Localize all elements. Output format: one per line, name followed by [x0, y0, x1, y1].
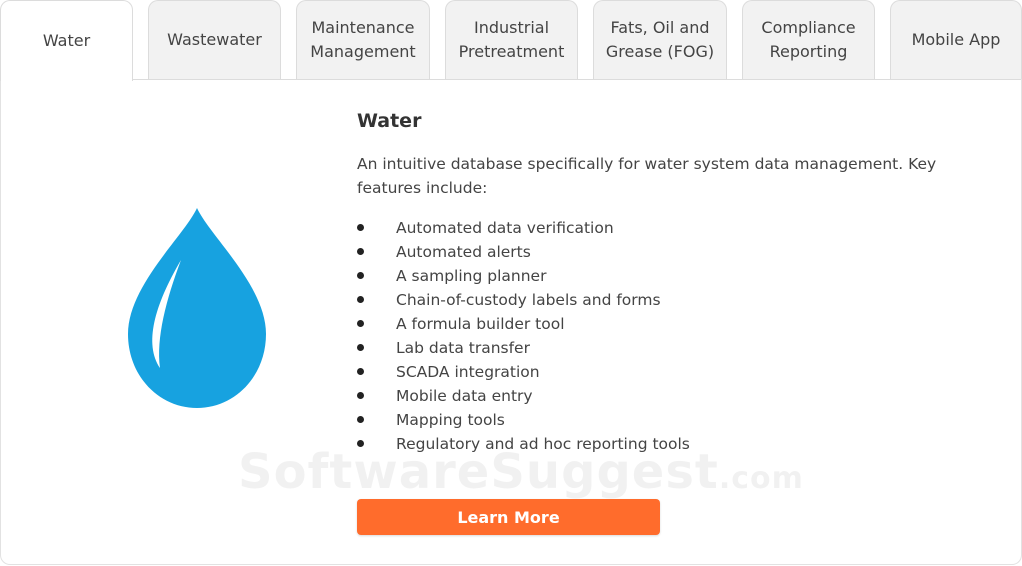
feature-item: Chain-of-custody labels and forms [357, 288, 690, 312]
bullet-icon [357, 248, 364, 255]
bullet-icon [357, 392, 364, 399]
tab-water[interactable]: Water [0, 0, 133, 81]
bullet-icon [357, 224, 364, 231]
bullet-icon [357, 368, 364, 375]
feature-list: Automated data verification Automated al… [357, 216, 690, 456]
feature-item: Automated alerts [357, 240, 690, 264]
tab-compliance-reporting[interactable]: Compliance Reporting [742, 0, 875, 79]
feature-text: Automated alerts [396, 243, 531, 261]
feature-item: Mapping tools [357, 408, 690, 432]
tab-maintenance-management[interactable]: Maintenance Management [296, 0, 430, 79]
feature-text: Mobile data entry [396, 387, 533, 405]
water-drop-icon [128, 208, 266, 408]
feature-text: A sampling planner [396, 267, 547, 285]
tab-fats-oil-grease[interactable]: Fats, Oil and Grease (FOG) [593, 0, 727, 79]
panel-title: Water [357, 110, 422, 132]
feature-text: Mapping tools [396, 411, 505, 429]
feature-text: SCADA integration [396, 363, 540, 381]
feature-text: Chain-of-custody labels and forms [396, 291, 661, 309]
feature-text: Automated data verification [396, 219, 614, 237]
bullet-icon [357, 296, 364, 303]
feature-item: Lab data transfer [357, 336, 690, 360]
feature-text: Lab data transfer [396, 339, 530, 357]
bullet-icon [357, 272, 364, 279]
tab-wastewater[interactable]: Wastewater [148, 0, 281, 79]
tab-mobile-app[interactable]: Mobile App [890, 0, 1022, 79]
bullet-icon [357, 416, 364, 423]
tab-industrial-pretreatment[interactable]: Industrial Pretreatment [445, 0, 578, 79]
feature-item: A sampling planner [357, 264, 690, 288]
watermark: SoftwareSuggest.com [238, 444, 804, 500]
watermark-suffix: .com [718, 461, 804, 496]
feature-item: Mobile data entry [357, 384, 690, 408]
bullet-icon [357, 320, 364, 327]
feature-item: A formula builder tool [357, 312, 690, 336]
feature-text: A formula builder tool [396, 315, 565, 333]
learn-more-button[interactable]: Learn More [357, 499, 660, 535]
bullet-icon [357, 344, 364, 351]
panel-intro: An intuitive database specifically for w… [357, 155, 937, 197]
feature-item: SCADA integration [357, 360, 690, 384]
watermark-main: SoftwareSuggest [238, 444, 719, 500]
feature-item: Automated data verification [357, 216, 690, 240]
tab-bar: Water Wastewater Maintenance Management … [0, 0, 1022, 81]
